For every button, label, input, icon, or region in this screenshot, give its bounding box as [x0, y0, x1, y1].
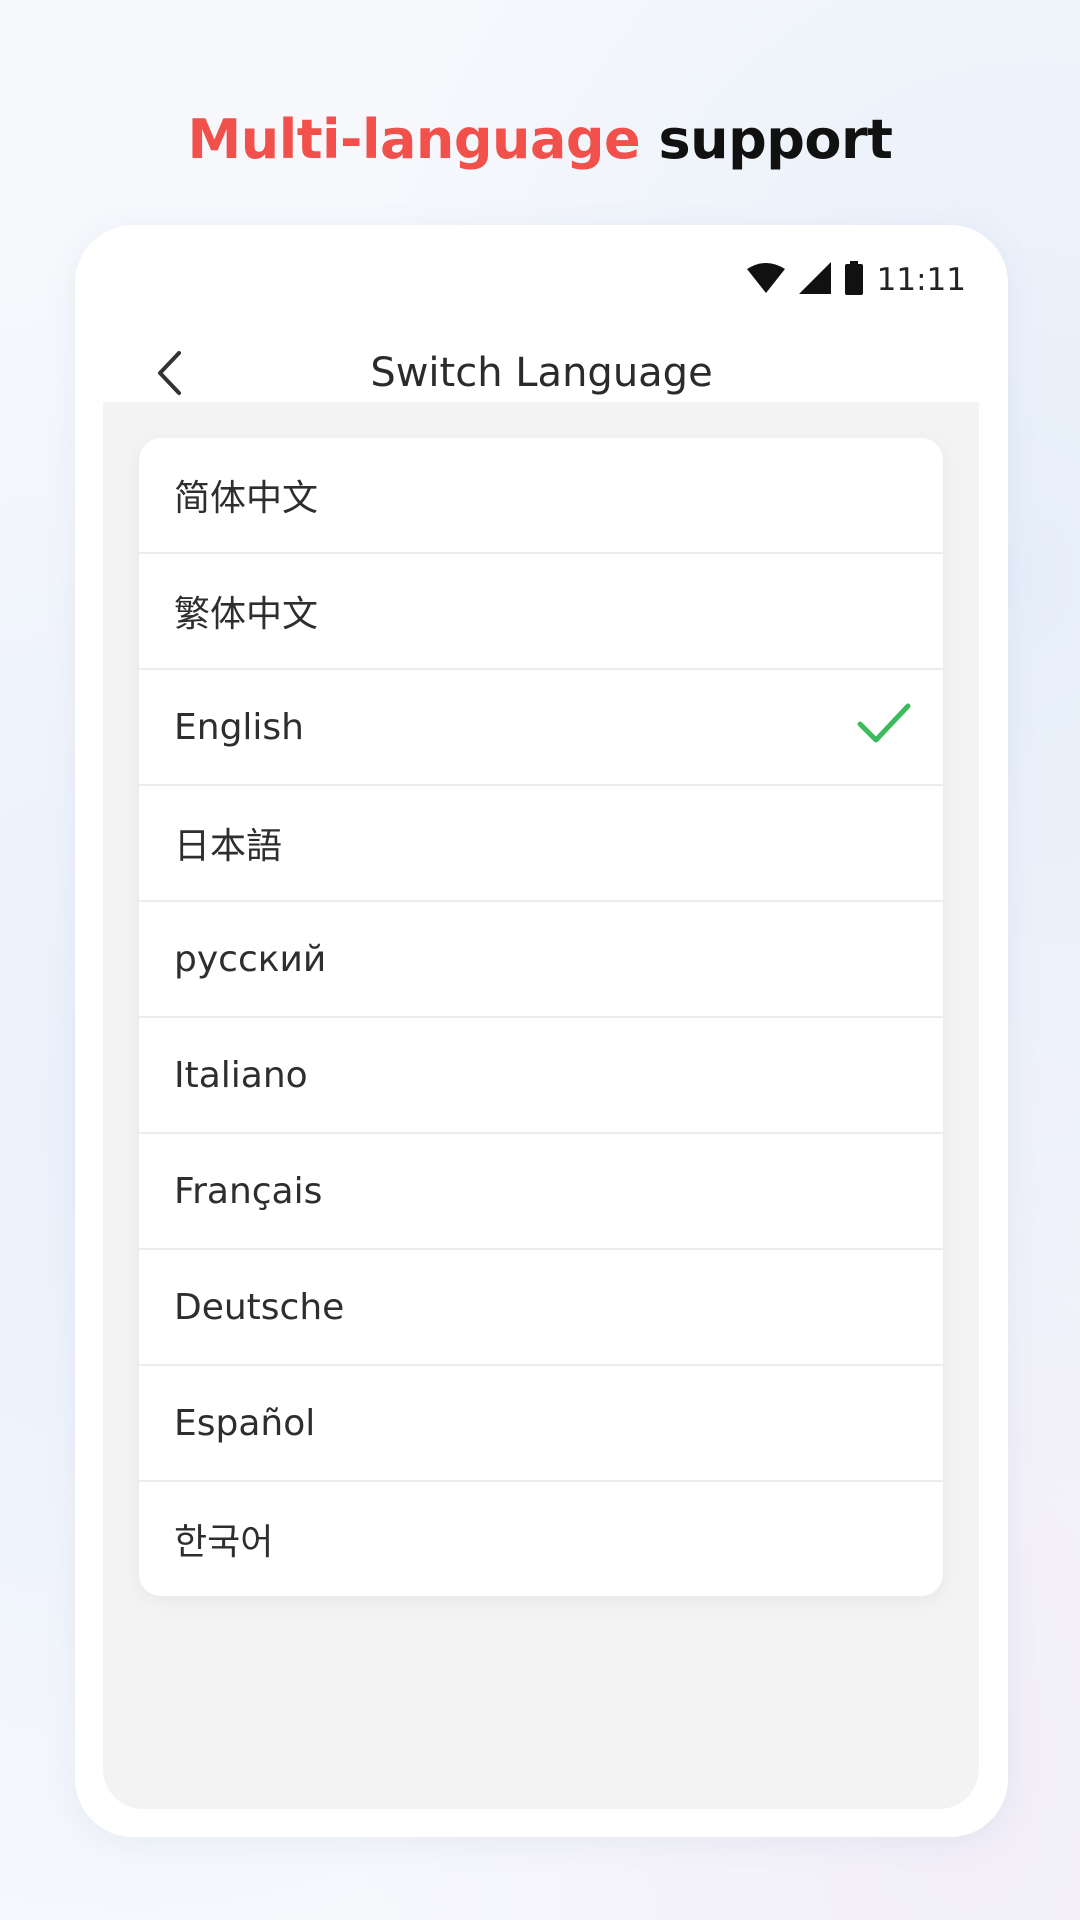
language-item-english[interactable]: English [139, 668, 943, 784]
headline-rest: support [658, 108, 893, 171]
phone-frame: 11:11 Switch Language 简体中文 繁体中文 English [75, 225, 1008, 1837]
language-label: Deutsche [174, 1286, 345, 1328]
promo-headline: Multi-language support [0, 100, 1080, 180]
language-item-russian[interactable]: русский [139, 900, 943, 1016]
wifi-icon [746, 262, 785, 298]
language-list: 简体中文 繁体中文 English 日本語 русский Italiano F… [139, 438, 943, 1596]
cell-signal-icon [798, 261, 831, 299]
checkmark-icon [857, 702, 911, 746]
content-panel: 简体中文 繁体中文 English 日本語 русский Italiano F… [103, 402, 979, 1809]
language-label: Français [174, 1170, 323, 1212]
battery-icon [844, 260, 863, 300]
language-label: English [174, 706, 304, 748]
language-item-japanese[interactable]: 日本語 [139, 784, 943, 900]
language-item-german[interactable]: Deutsche [139, 1248, 943, 1364]
language-item-zh-hant[interactable]: 繁体中文 [139, 552, 943, 668]
language-label: 简体中文 [174, 478, 319, 519]
page-title: Switch Language [370, 350, 713, 396]
language-item-korean[interactable]: 한국어 [139, 1480, 943, 1596]
language-label: 한국어 [174, 1522, 274, 1563]
language-label: русский [174, 938, 327, 980]
language-label: Español [174, 1402, 316, 1444]
headline-accent: Multi-language [187, 108, 641, 171]
status-bar: 11:11 [746, 255, 966, 305]
language-item-zh-hans[interactable]: 简体中文 [139, 438, 943, 552]
language-item-spanish[interactable]: Español [139, 1364, 943, 1480]
status-time: 11:11 [876, 262, 966, 298]
language-item-french[interactable]: Français [139, 1132, 943, 1248]
language-label: 繁体中文 [174, 594, 319, 635]
language-item-italian[interactable]: Italiano [139, 1016, 943, 1132]
language-label: Italiano [174, 1054, 308, 1096]
language-label: 日本語 [174, 826, 283, 867]
